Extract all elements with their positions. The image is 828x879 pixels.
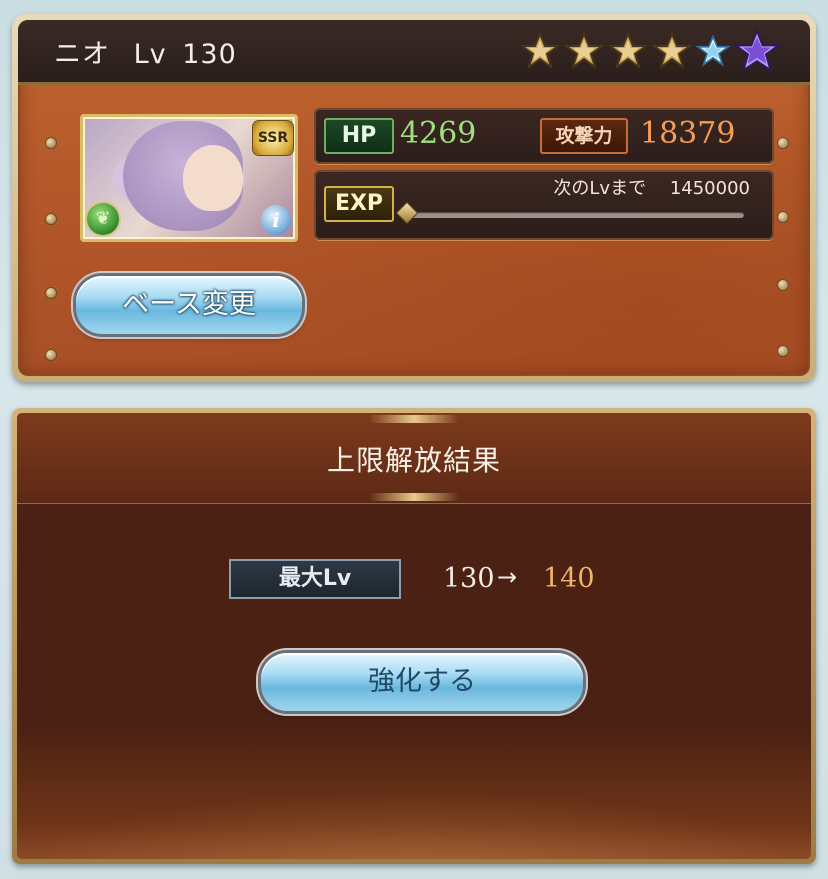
stats-panel: HP 4269 攻撃力 18379 [314,108,774,164]
exp-panel: EXP 次のLvまで 1450000 [314,170,774,240]
limit-break-result-body: 上限解放結果 最大Lv 130 → 140 強化する [17,413,811,859]
character-card: ニオ Lv 130 SSR ❦ i HP 4269 攻撃力 18379 EXP … [12,14,816,382]
hp-label: HP [324,118,394,154]
rivet [778,346,788,356]
rivet [46,138,56,148]
star-icon [608,31,648,70]
character-card-body: ニオ Lv 130 SSR ❦ i HP 4269 攻撃力 18379 EXP … [18,20,810,376]
character-portrait[interactable]: SSR ❦ i [80,114,298,242]
star-rating [520,28,780,74]
blue-star-icon [696,34,730,67]
max-level-after: 140 [543,563,595,594]
character-title-bar: ニオ Lv 130 [18,20,810,85]
exp-label: EXP [324,186,394,222]
character-name-level: ニオ Lv 130 [54,32,237,71]
max-level-label: 最大Lv [229,559,401,599]
top-ornament [369,415,459,423]
result-panel-header: 上限解放結果 [17,413,811,504]
panel-bottom-decoration [17,789,811,859]
level-arrow-icon: → [497,563,518,591]
max-level-before: 130 [443,563,495,594]
star-icon [652,31,692,70]
exp-progress-marker [397,203,417,223]
next-level-info: 次のLvまで 1450000 [553,174,750,200]
rivet [46,288,56,298]
rivet [778,212,788,222]
rivet [46,214,56,224]
change-base-button-label: ベース変更 [122,289,256,320]
portrait-face [183,145,243,211]
star-icon [520,31,560,70]
change-base-button[interactable]: ベース変更 [76,276,302,334]
next-level-label: 次のLvまで [553,178,647,199]
character-level: 130 [182,39,237,70]
star-icon [564,31,604,70]
attack-value: 18379 [640,116,736,151]
rivet [778,138,788,148]
level-prefix: Lv [133,39,167,70]
ssr-badge: SSR [253,121,293,155]
character-name: ニオ [54,39,110,70]
enhance-button-label: 強化する [368,666,476,697]
wind-element-icon: ❦ [87,203,119,235]
enhance-button[interactable]: 強化する [261,653,583,711]
attack-label: 攻撃力 [540,118,628,154]
next-level-value: 1450000 [669,178,750,199]
rivet [778,280,788,290]
rivet [46,350,56,360]
exp-progress-bar [408,212,744,218]
bottom-ornament [369,493,459,501]
result-panel-title: 上限解放結果 [326,444,501,477]
purple-star-icon [734,28,780,74]
info-icon[interactable]: i [261,205,291,235]
limit-break-result-panel: 上限解放結果 最大Lv 130 → 140 強化する [12,408,816,864]
hp-value: 4269 [400,116,477,151]
